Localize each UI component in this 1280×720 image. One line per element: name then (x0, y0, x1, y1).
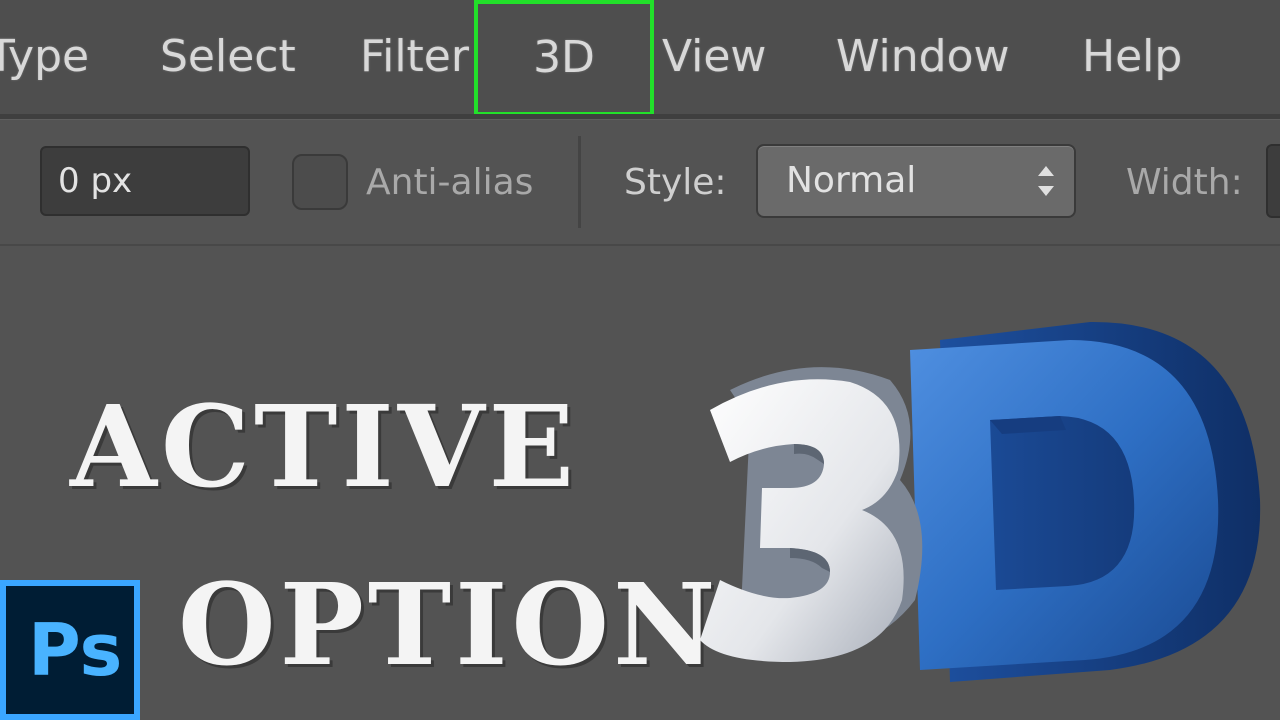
headline-line-1: ACTIVE (70, 382, 579, 513)
style-select[interactable]: Normal (756, 144, 1076, 218)
menu-item-filter[interactable]: Filter (360, 26, 469, 88)
style-label: Style: (624, 162, 727, 203)
menu-item-window[interactable]: Window (836, 26, 1010, 88)
3d-text-art (700, 321, 1261, 682)
menu-item-help[interactable]: Help (1082, 26, 1182, 88)
anti-alias-checkbox[interactable] (292, 154, 348, 210)
photoshop-logo: Ps (0, 580, 140, 720)
up-down-arrows-icon (1038, 166, 1054, 196)
width-label: Width: (1126, 162, 1243, 203)
width-input[interactable] (1266, 144, 1280, 218)
options-separator (578, 136, 581, 228)
menu-item-select[interactable]: Select (160, 26, 296, 88)
three-face (700, 379, 904, 662)
anti-alias-label: Anti-alias (366, 162, 534, 203)
menu-item-type[interactable]: Type (0, 26, 89, 88)
options-bar: : Anti-alias Style: Normal Width: (0, 120, 1280, 246)
photoshop-logo-text: Ps (28, 608, 123, 692)
menu-bar: Type Select Filter 3D View Window Help (0, 0, 1280, 116)
menu-item-3d[interactable]: 3D (474, 0, 654, 116)
style-select-value: Normal (786, 160, 917, 201)
feather-input[interactable] (40, 146, 250, 216)
menu-item-view[interactable]: View (662, 26, 766, 88)
headline-line-2: OPTION (178, 560, 720, 691)
feather-label: : (0, 158, 4, 208)
